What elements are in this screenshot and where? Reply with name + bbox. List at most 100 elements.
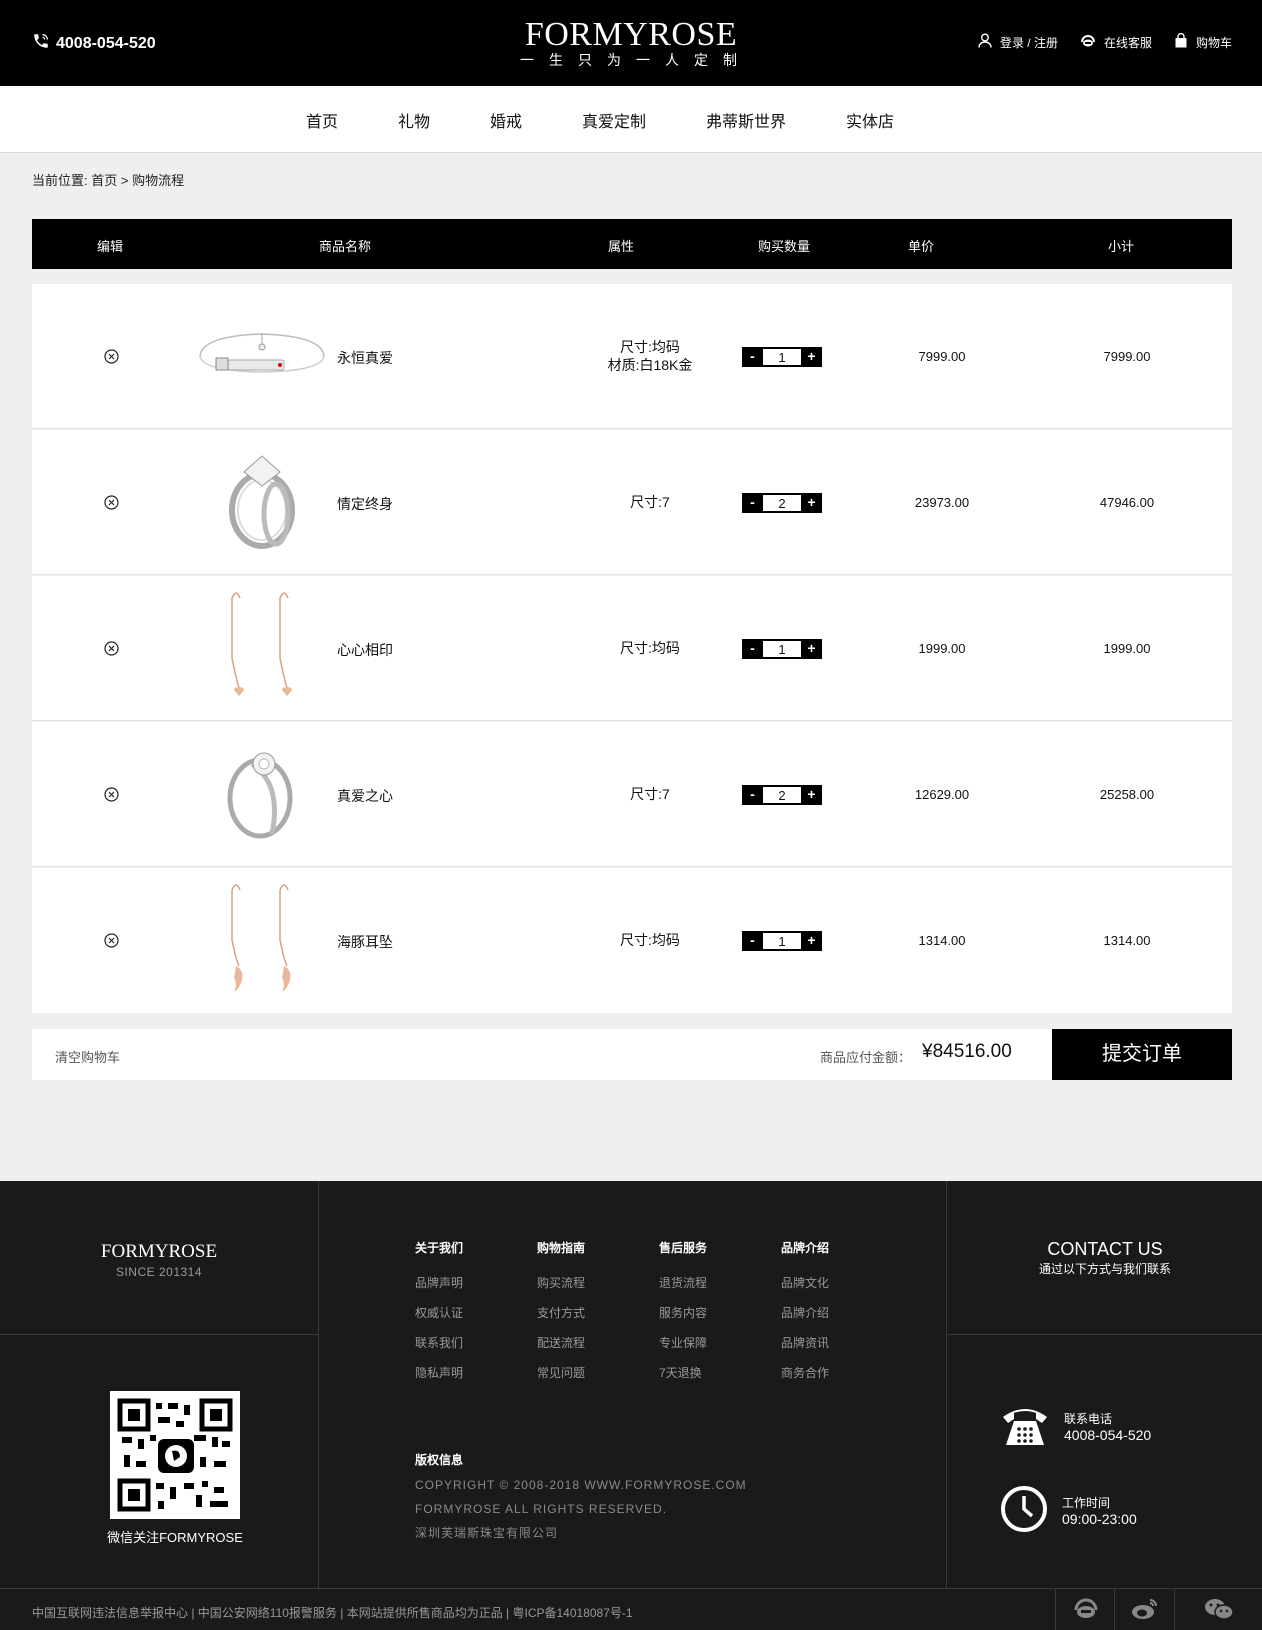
product-attributes: 尺寸:7 bbox=[540, 785, 760, 803]
nav-item-stores[interactable]: 实体店 bbox=[846, 108, 894, 132]
nav-item-world[interactable]: 弗蒂斯世界 bbox=[706, 108, 786, 132]
footer-link[interactable]: 配送流程 bbox=[537, 1334, 585, 1351]
submit-order-button[interactable]: 提交订单 bbox=[1052, 1029, 1232, 1080]
clear-cart-button[interactable]: 清空购物车 bbox=[55, 1047, 120, 1066]
footer-column-about: 关于我们 品牌声明 权威认证 联系我们 隐私声明 bbox=[415, 1239, 463, 1394]
product-attributes: 尺寸:均码 bbox=[540, 931, 760, 949]
product-attributes: 尺寸:7 bbox=[540, 493, 760, 511]
footer-link[interactable]: 权威认证 bbox=[415, 1304, 463, 1321]
product-name[interactable]: 海豚耳坠 bbox=[337, 932, 393, 952]
product-image-bracelet[interactable] bbox=[192, 296, 332, 416]
footer-link[interactable]: 商务合作 bbox=[781, 1364, 829, 1381]
decrease-button[interactable]: - bbox=[742, 493, 763, 513]
footer-column-title: 关于我们 bbox=[415, 1241, 464, 1255]
product-name[interactable]: 永恒真爱 bbox=[337, 348, 393, 368]
quantity-stepper: - 2 + bbox=[742, 493, 822, 513]
increase-button[interactable]: + bbox=[801, 785, 822, 805]
shopping-bag-icon bbox=[1174, 32, 1188, 51]
product-name[interactable]: 真爱之心 bbox=[337, 786, 393, 806]
footer-link[interactable]: 专业保障 bbox=[659, 1334, 707, 1351]
service-link[interactable]: 在线客服 bbox=[1080, 34, 1152, 51]
contact-subtitle: 通过以下方式与我们联系 bbox=[1038, 1262, 1171, 1276]
footer-link[interactable]: 服务内容 bbox=[659, 1304, 707, 1321]
decrease-button[interactable]: - bbox=[742, 931, 763, 951]
phone-label: 联系电话 bbox=[1064, 1412, 1113, 1426]
unit-price: 12629.00 bbox=[914, 787, 970, 802]
divider bbox=[946, 1334, 1262, 1335]
service-label: 在线客服 bbox=[1103, 35, 1152, 50]
nav-item-gifts[interactable]: 礼物 bbox=[398, 108, 430, 132]
col-unit-price: 单价 bbox=[908, 239, 935, 254]
login-label: 登录 / 注册 bbox=[999, 35, 1058, 50]
unit-price: 1314.00 bbox=[918, 933, 966, 948]
quantity-input[interactable]: 1 bbox=[763, 347, 801, 367]
contact-title: CONTACT US bbox=[1047, 1239, 1163, 1259]
header-tools: 登录 / 注册 在线客服 购物车 bbox=[978, 32, 1232, 51]
row-subtotal: 1314.00 bbox=[1103, 933, 1151, 948]
breadcrumb-current: 购物流程 bbox=[132, 173, 185, 188]
footer-link[interactable]: 品牌介绍 bbox=[781, 1304, 829, 1321]
footer-link[interactable]: 支付方式 bbox=[537, 1304, 585, 1321]
remove-item-icon[interactable] bbox=[104, 495, 119, 510]
nav-item-wedding-rings[interactable]: 婚戒 bbox=[490, 108, 522, 132]
footer-link[interactable]: 购买流程 bbox=[537, 1274, 585, 1291]
wechat-link[interactable] bbox=[1174, 1589, 1262, 1630]
product-image-earrings[interactable] bbox=[192, 588, 332, 708]
quantity-input[interactable]: 2 bbox=[763, 493, 801, 513]
quantity-input[interactable]: 1 bbox=[763, 639, 801, 659]
nav-item-home[interactable]: 首页 bbox=[306, 108, 338, 132]
phone-number[interactable]: 4008-054-520 bbox=[1064, 1427, 1151, 1443]
footer-link[interactable]: 常见问题 bbox=[537, 1364, 585, 1381]
attr-material: 材质:白18K金 bbox=[607, 357, 693, 373]
remove-item-icon[interactable] bbox=[104, 787, 119, 802]
decrease-button[interactable]: - bbox=[742, 785, 763, 805]
cart-row: 情定终身 尺寸:7 - 2 + 23973.00 47946.00 bbox=[32, 430, 1232, 575]
contact-heading: CONTACT US 通过以下方式与我们联系 bbox=[948, 1239, 1262, 1277]
footer-link[interactable]: 联系我们 bbox=[415, 1334, 463, 1351]
weibo-link[interactable] bbox=[1114, 1589, 1174, 1630]
wechat-icon bbox=[1204, 1597, 1234, 1624]
decrease-button[interactable]: - bbox=[742, 347, 763, 367]
footer-brand: FORMYROSE SINCE 201314 bbox=[0, 1241, 318, 1279]
weibo-icon bbox=[1131, 1597, 1159, 1624]
increase-button[interactable]: + bbox=[801, 931, 822, 951]
attr-size: 尺寸:均码 bbox=[620, 932, 680, 948]
footer-link[interactable]: 隐私声明 bbox=[415, 1364, 463, 1381]
qr-label: 微信关注FORMYROSE bbox=[107, 1530, 243, 1545]
quantity-input[interactable]: 2 bbox=[763, 785, 801, 805]
product-image-ring[interactable] bbox=[192, 442, 332, 562]
increase-button[interactable]: + bbox=[801, 347, 822, 367]
headset-icon bbox=[1073, 1598, 1099, 1623]
footer-link[interactable]: 品牌声明 bbox=[415, 1274, 463, 1291]
total-amount: ¥84516.00 bbox=[922, 1041, 1012, 1062]
col-subtotal: 小计 bbox=[1108, 239, 1135, 254]
col-product-name: 商品名称 bbox=[319, 239, 372, 254]
footer-column-title: 售后服务 bbox=[659, 1241, 708, 1255]
product-attributes: 尺寸:均码 bbox=[540, 639, 760, 657]
headset-icon bbox=[1080, 34, 1096, 51]
decrease-button[interactable]: - bbox=[742, 639, 763, 659]
remove-item-icon[interactable] bbox=[104, 349, 119, 364]
cart-link[interactable]: 购物车 bbox=[1174, 32, 1232, 51]
increase-button[interactable]: + bbox=[801, 493, 822, 513]
product-image-ring[interactable] bbox=[192, 734, 332, 854]
cart-label: 购物车 bbox=[1195, 35, 1232, 50]
quantity-input[interactable]: 1 bbox=[763, 931, 801, 951]
footer-link[interactable]: 品牌文化 bbox=[781, 1274, 829, 1291]
product-name[interactable]: 心心相印 bbox=[337, 640, 393, 660]
product-name[interactable]: 情定终身 bbox=[337, 494, 393, 514]
login-link[interactable]: 登录 / 注册 bbox=[978, 33, 1058, 51]
footer-link[interactable]: 品牌资讯 bbox=[781, 1334, 829, 1351]
product-image-earrings[interactable] bbox=[192, 880, 332, 1000]
increase-button[interactable]: + bbox=[801, 639, 822, 659]
footer-link[interactable]: 退货流程 bbox=[659, 1274, 707, 1291]
nav-item-custom[interactable]: 真爱定制 bbox=[582, 108, 646, 132]
remove-item-icon[interactable] bbox=[104, 933, 119, 948]
divider bbox=[946, 1181, 947, 1588]
cart-row: 永恒真爱 尺寸:均码 材质:白18K金 - 1 + 7999.00 7999.0… bbox=[32, 284, 1232, 429]
remove-item-icon[interactable] bbox=[104, 641, 119, 656]
service-icon-link[interactable] bbox=[1055, 1589, 1115, 1630]
footer-link[interactable]: 7天退换 bbox=[659, 1364, 707, 1381]
unit-price: 1999.00 bbox=[918, 641, 966, 656]
breadcrumb-home[interactable]: 首页 bbox=[91, 173, 117, 188]
